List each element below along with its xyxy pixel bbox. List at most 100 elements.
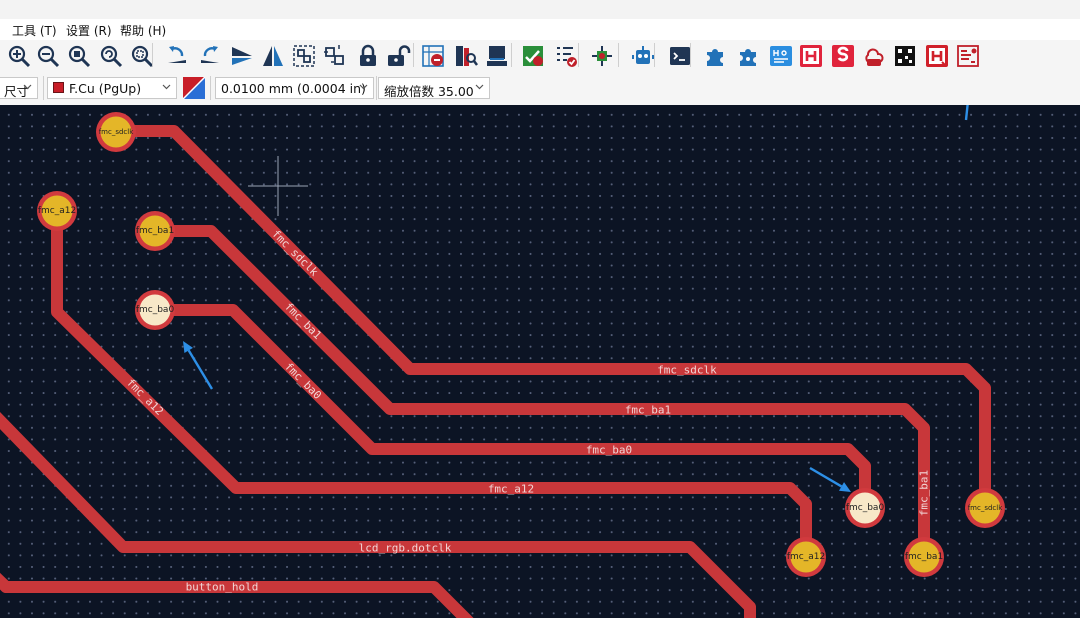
unlock-icon: [388, 45, 411, 66]
footprint-library-button[interactable]: [453, 43, 479, 69]
layer-pair-icon[interactable]: [183, 77, 205, 99]
zoom-fit-icon: [68, 45, 91, 68]
pad[interactable]: fmc_a12: [37, 191, 77, 231]
pcb-plugin-icon: [957, 45, 979, 67]
zoom-fit-button[interactable]: [66, 43, 92, 69]
track-label: fmc_ba0: [586, 444, 632, 457]
copper-track[interactable]: [51, 205, 812, 563]
pad[interactable]: fmc_a12: [786, 537, 826, 577]
rotate-ccw-button[interactable]: [164, 43, 190, 69]
group-button[interactable]: [291, 43, 317, 69]
separator: [413, 43, 414, 67]
chevron-down-icon: [23, 84, 32, 90]
rotate-cw-button[interactable]: [197, 43, 223, 69]
track-label: fmc_ba1: [282, 300, 324, 342]
annotation-arrow-icon: [183, 341, 214, 390]
mirror-vertical-icon: [232, 47, 252, 65]
h-button[interactable]: [798, 43, 824, 69]
separator: [152, 43, 153, 67]
options-toolbar: 尺寸 F.Cu (PgUp) 0.0100 mm (0.0004 in) 缩放倍…: [0, 73, 1080, 105]
hq-dfm-icon: [770, 46, 792, 66]
zoom-out-button[interactable]: [35, 43, 61, 69]
chevron-down-icon: [162, 84, 171, 90]
track-label: fmc_ba0: [282, 360, 324, 402]
menu-settings[interactable]: 设置 (R): [66, 22, 112, 39]
s-icon: [832, 45, 854, 67]
pad[interactable]: fmc_ba1: [135, 211, 175, 251]
h-red-button[interactable]: [924, 43, 950, 69]
cloud-lib-button[interactable]: [861, 43, 887, 69]
track-label: button_hold: [186, 581, 259, 594]
grid-select-value: 0.0100 mm (0.0004 in): [221, 81, 366, 96]
pad[interactable]: fmc_ba0: [135, 290, 175, 330]
separator: [618, 43, 619, 67]
pcb-board[interactable]: fmc_sdclkfmc_ba1fmc_ba0fmc_a12fmc_sdclkf…: [0, 105, 1080, 618]
lock-icon: [360, 44, 376, 66]
pad[interactable]: fmc_ba0: [845, 488, 885, 528]
zoom-refresh-button[interactable]: [98, 43, 124, 69]
window-title-bar: [0, 0, 1080, 19]
plugin-manager-icon: [740, 49, 756, 66]
pcb-canvas[interactable]: fmc_sdclk fmc_ba1 fmc_ba0 fmc_a12 fmc_sdclk f…: [0, 105, 1080, 618]
dimension-select[interactable]: 尺寸: [0, 77, 38, 99]
mirror-vertical-button[interactable]: [229, 43, 255, 69]
s-button[interactable]: [830, 43, 856, 69]
pad-label: fmc_ba0: [846, 503, 885, 513]
footprint-editor-button[interactable]: [484, 43, 510, 69]
track-label: fmc_a12: [488, 483, 534, 496]
rotate-ccw-icon: [168, 46, 186, 63]
chevron-down-icon: [475, 84, 484, 90]
annotation-arrow-icon: [809, 466, 851, 492]
drc-button[interactable]: [520, 43, 546, 69]
zoom-refresh-icon: [100, 45, 123, 68]
track-label: fmc_sdclk: [657, 364, 717, 377]
plugin-manager-button[interactable]: [736, 43, 762, 69]
zoom-select-value: 缩放倍数 35.00: [384, 84, 474, 99]
ungroup-button[interactable]: [322, 43, 348, 69]
menu-help[interactable]: 帮助 (H): [120, 22, 166, 39]
cloud-lib-icon: [865, 48, 884, 66]
rotate-cw-icon: [201, 46, 219, 63]
plugin-button[interactable]: [703, 43, 729, 69]
zoom-in-button[interactable]: [6, 43, 32, 69]
qr-button[interactable]: [892, 43, 918, 69]
annotation-arrow-icon: [964, 105, 969, 121]
pad-label: fmc_ba0: [136, 305, 175, 315]
menu-tools[interactable]: 工具 (T): [12, 22, 57, 39]
layer-select[interactable]: F.Cu (PgUp): [47, 77, 177, 99]
main-toolbar: [0, 40, 1080, 73]
pad[interactable]: fmc_ba1: [904, 537, 944, 577]
lock-button[interactable]: [355, 43, 381, 69]
unlock-button[interactable]: [385, 43, 411, 69]
menu-bar: 工具 (T) 设置 (R) 帮助 (H): [0, 19, 1080, 40]
pad-label: fmc_sdclk: [968, 504, 1004, 512]
netlist-button[interactable]: [420, 43, 446, 69]
separator: [376, 76, 377, 100]
footprint-editor-icon: [487, 46, 507, 66]
pad-label: fmc_a12: [787, 552, 825, 562]
separator: [690, 43, 691, 67]
drc-icon: [523, 46, 543, 66]
layer-color-swatch: [53, 82, 64, 93]
h-red-icon: [926, 45, 948, 67]
pad-label: fmc_a12: [38, 206, 76, 216]
pcb-plugin-button[interactable]: [955, 43, 981, 69]
mirror-horizontal-button[interactable]: [260, 43, 286, 69]
separator: [654, 43, 655, 67]
grid-select[interactable]: 0.0100 mm (0.0004 in): [215, 77, 374, 99]
schematic-icon: [592, 46, 612, 66]
robot-button[interactable]: [630, 43, 656, 69]
pad[interactable]: fmc_sdclk: [965, 488, 1005, 528]
group-icon: [293, 45, 315, 67]
pad-label: fmc_ba1: [905, 552, 943, 562]
pad[interactable]: fmc_sdclk: [96, 112, 136, 152]
separator: [43, 76, 44, 100]
h-icon: [800, 45, 822, 67]
hq-dfm-button[interactable]: [768, 43, 794, 69]
schematic-button[interactable]: [589, 43, 615, 69]
plugin-icon: [707, 49, 723, 66]
zoom-select[interactable]: 缩放倍数 35.00: [378, 77, 490, 99]
footprint-library-icon: [456, 46, 478, 66]
track-label: fmc_a12: [124, 376, 166, 418]
checklist-button[interactable]: [553, 43, 579, 69]
